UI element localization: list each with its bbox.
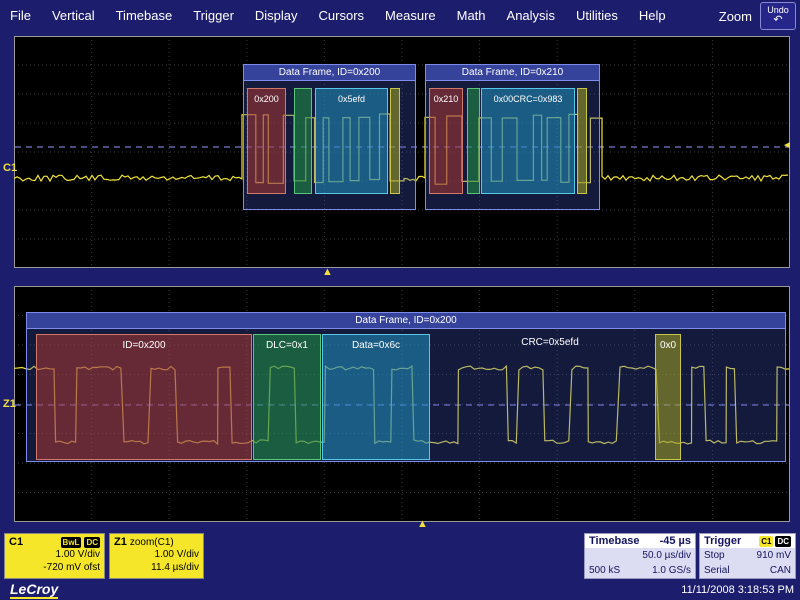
trigger-time-marker-top[interactable]: ▲ [322, 266, 333, 278]
segment-label: 0x0 [660, 340, 676, 351]
zoom-dlc-segment: DLC=0x1 [253, 334, 321, 460]
c1-descriptor-panel[interactable]: C1 BwL DC 1.00 V/div -720 mV ofst [4, 533, 105, 579]
trigger-type: Serial [704, 564, 730, 577]
undo-button[interactable]: Undo ↶ [760, 2, 796, 30]
menu-item-math[interactable]: Math [457, 8, 486, 23]
trigger-level: 910 mV [757, 549, 791, 562]
segment-label: 0x00CRC=0x983 [494, 94, 563, 104]
z1-source: zoom(C1) [130, 537, 174, 548]
c1-channel-marker[interactable]: C1 [3, 162, 17, 174]
z1-volts-per-div: 1.00 V/div [114, 548, 199, 561]
timebase-samples: 500 kS [589, 564, 620, 577]
z1-channel-marker[interactable]: Z1 [3, 398, 16, 410]
trigger-coupling-badge: DC [775, 536, 791, 547]
zoom-data-segment: Data=0x6c [322, 334, 430, 460]
menu-item-analysis[interactable]: Analysis [507, 8, 555, 23]
trigger-level-marker[interactable]: ◄ [782, 140, 792, 151]
trigger-mode: Stop [704, 549, 725, 562]
segment-label: ID=0x200 [122, 340, 165, 351]
menu-item-cursors[interactable]: Cursors [319, 8, 365, 23]
menu-item-help[interactable]: Help [639, 8, 666, 23]
menu-item-timebase[interactable]: Timebase [116, 8, 173, 23]
decode-frame-2-data-crc-segment: 0x00CRC=0x983 [481, 88, 575, 194]
c1-name: C1 [9, 536, 23, 548]
menu-item-measure[interactable]: Measure [385, 8, 436, 23]
menu-item-vertical[interactable]: Vertical [52, 8, 95, 23]
menu-item-file[interactable]: File [10, 8, 31, 23]
timebase-title: Timebase [589, 535, 640, 547]
zoom-crc-label: CRC=0x5efd [450, 337, 650, 348]
segment-label: Data=0x6c [352, 340, 400, 351]
c1-volts-per-div: 1.00 V/div [9, 548, 100, 561]
zoom-label[interactable]: Zoom [719, 9, 752, 24]
datetime-display: 11/11/2008 3:18:53 PM [681, 584, 794, 596]
c1-coupling-badge: DC [84, 537, 100, 548]
c1-offset: -720 mV ofst [9, 561, 100, 574]
trigger-source-badge: C1 [759, 536, 773, 547]
decode-frame-1-crc-segment: 0x5efd [315, 88, 388, 194]
decode-frame-1-title: Data Frame, ID=0x200 [244, 65, 415, 81]
decode-frame-2-end-segment [577, 88, 587, 194]
decode-frame-1-id-segment: 0x200 [247, 88, 286, 194]
zoom-id-segment: ID=0x200 [36, 334, 252, 460]
menu-item-utilities[interactable]: Utilities [576, 8, 618, 23]
decode-frame-2-title: Data Frame, ID=0x210 [426, 65, 599, 81]
z1-name: Z1 [114, 536, 127, 548]
timebase-rate: 1.0 GS/s [652, 564, 691, 577]
lecroy-logo: LeCroy [10, 581, 58, 599]
zoom-decode-frame-title: Data Frame, ID=0x200 [27, 313, 785, 329]
segment-label: 0x5efd [338, 94, 365, 104]
trigger-panel[interactable]: Trigger C1 DC Stop 910 mV Serial CAN [699, 533, 796, 579]
zoom-end-segment: 0x0 [655, 334, 681, 460]
bwl-badge: BwL [61, 537, 82, 548]
decode-frame-2-id-segment: 0x210 [429, 88, 463, 194]
timebase-delay: -45 µs [660, 535, 691, 547]
segment-label: DLC=0x1 [266, 340, 308, 351]
menu-item-display[interactable]: Display [255, 8, 298, 23]
trigger-title: Trigger [704, 535, 741, 547]
timebase-per-div: 50.0 µs/div [642, 549, 691, 562]
decode-frame-2-dlc-segment [467, 88, 480, 194]
z1-time-per-div: 11.4 µs/div [114, 561, 199, 574]
segment-label: 0x200 [254, 94, 279, 104]
trigger-time-marker-bottom[interactable]: ▲ [417, 518, 428, 530]
decode-frame-1-end-segment [390, 88, 400, 194]
decode-frame-1-dlc-segment [294, 88, 312, 194]
menu-item-trigger[interactable]: Trigger [193, 8, 234, 23]
z1-descriptor-panel[interactable]: Z1 zoom(C1) 1.00 V/div 11.4 µs/div [109, 533, 204, 579]
undo-arrow-icon: ↶ [773, 15, 782, 26]
trigger-protocol: CAN [770, 564, 791, 577]
timebase-panel[interactable]: Timebase -45 µs 50.0 µs/div 500 kS 1.0 G… [584, 533, 696, 579]
segment-label: 0x210 [434, 94, 459, 104]
menu-bar: File Vertical Timebase Trigger Display C… [0, 0, 800, 30]
oscilloscope-screen: File Vertical Timebase Trigger Display C… [0, 0, 800, 600]
